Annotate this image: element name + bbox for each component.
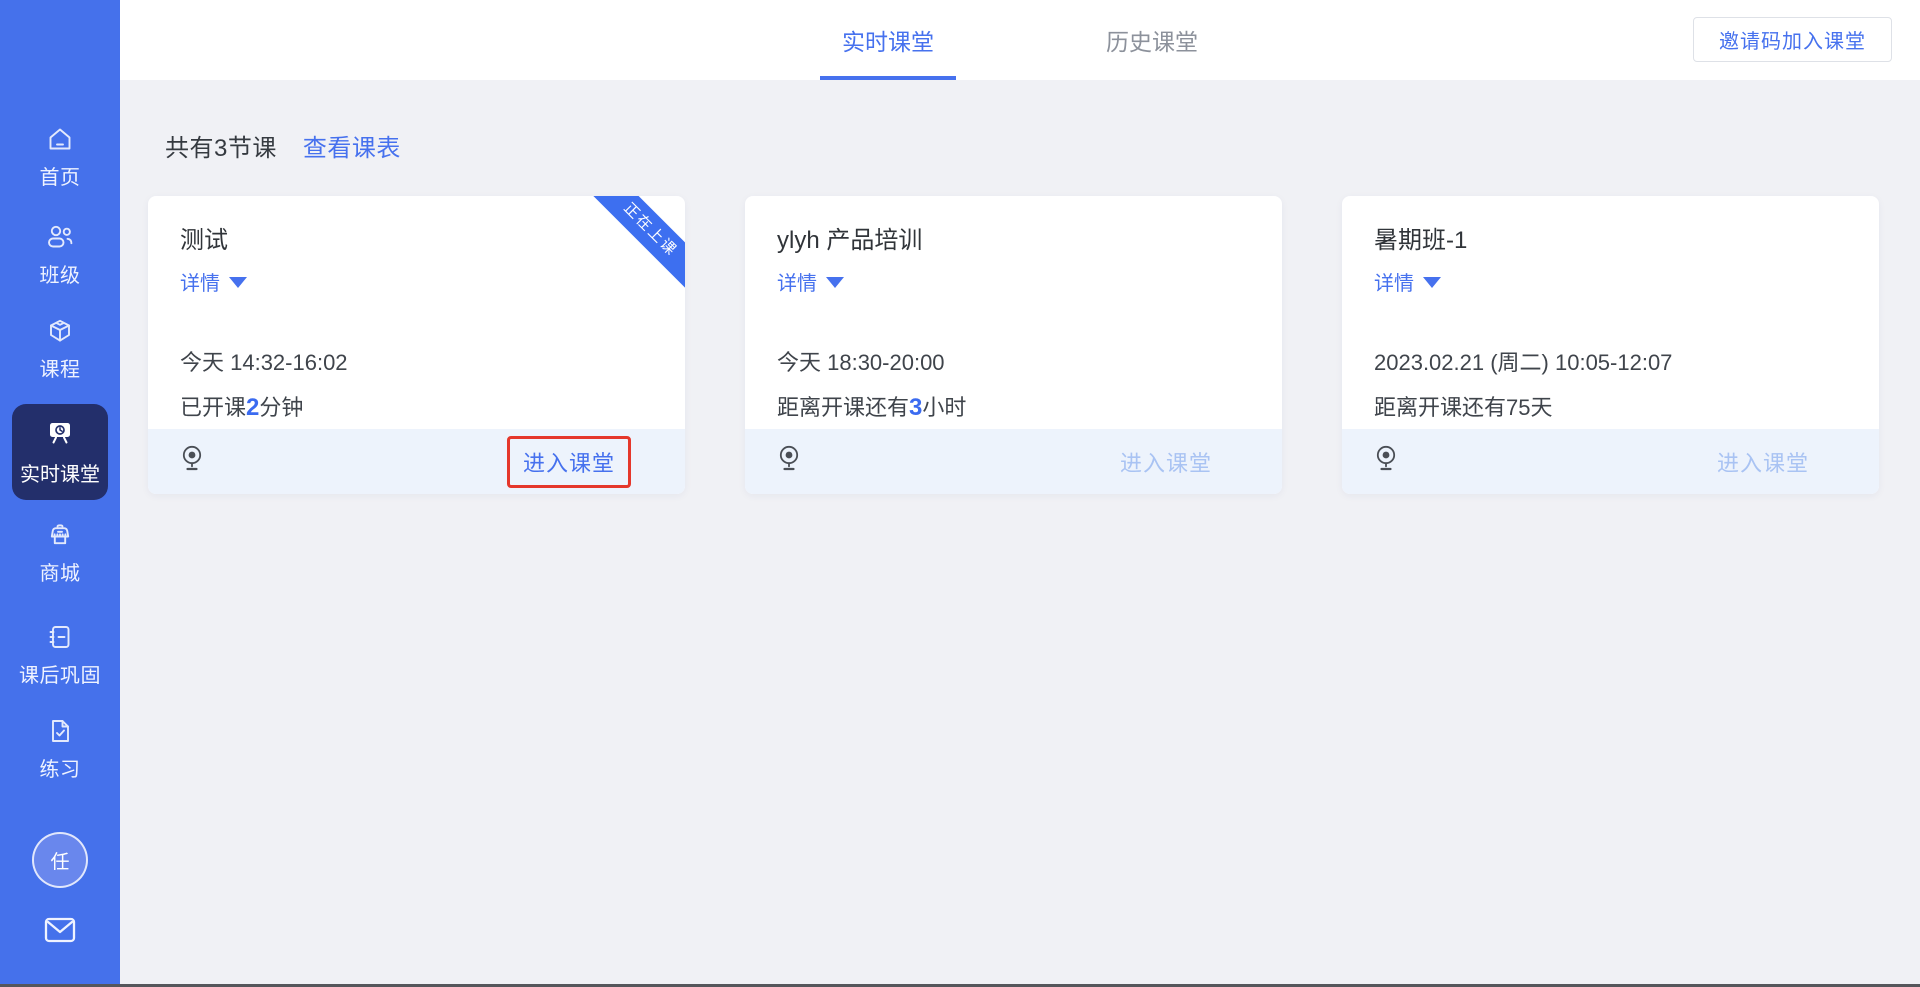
practice-icon <box>45 716 75 746</box>
sidebar-item-label: 首页 <box>40 161 81 190</box>
sidebar-item-class[interactable]: 班级 <box>0 222 120 288</box>
chevron-down-icon <box>826 277 844 288</box>
sidebar-item-label: 课后巩固 <box>19 659 101 688</box>
sidebar-item-home[interactable]: 首页 <box>0 124 120 190</box>
chevron-down-icon <box>229 277 247 288</box>
tab-live-classroom[interactable]: 实时课堂 <box>842 0 934 80</box>
tab-label: 历史课堂 <box>1106 23 1198 57</box>
card-footer: 进入课堂 <box>1342 429 1879 494</box>
countdown-value: 3 <box>909 394 922 421</box>
enter-classroom-link[interactable]: 进入课堂 <box>1717 446 1809 478</box>
countdown-value: 2 <box>246 394 259 421</box>
mail-icon[interactable] <box>43 916 77 949</box>
card-footer: 进入课堂 <box>148 429 685 494</box>
lesson-time: 今天 14:32-16:02 <box>180 345 653 377</box>
webcam-icon <box>180 444 204 479</box>
countdown-prefix: 距离开课还有75天 <box>1374 395 1552 420</box>
in-class-ribbon: 正在上课 <box>590 196 685 291</box>
users-icon <box>45 222 75 252</box>
avatar-initial: 任 <box>50 847 69 874</box>
lesson-title: ylyh 产品培训 <box>777 226 1250 256</box>
enter-classroom-link[interactable]: 进入课堂 <box>523 451 615 476</box>
lesson-countdown: 已开课2分钟 <box>180 390 653 422</box>
webcam-icon <box>777 444 801 479</box>
webcam-icon <box>1374 444 1398 479</box>
lesson-time: 2023.02.21 (周二) 10:05-12:07 <box>1374 345 1847 377</box>
details-label: 详情 <box>777 267 817 296</box>
card-footer: 进入课堂 <box>745 429 1282 494</box>
tab-history-classroom[interactable]: 历史课堂 <box>1106 0 1198 80</box>
card-body: 暑期班-1 详情 2023.02.21 (周二) 10:05-12:07 距离开… <box>1342 196 1879 422</box>
summary-row: 共有3节课 查看课表 <box>165 128 401 163</box>
countdown-suffix: 小时 <box>922 395 966 420</box>
topbar: 实时课堂 历史课堂 邀请码加入课堂 <box>120 0 1920 80</box>
sidebar-item-label: 商城 <box>40 557 81 586</box>
lesson-countdown: 距离开课还有75天 <box>1374 390 1847 422</box>
tab-label: 实时课堂 <box>842 23 934 57</box>
details-label: 详情 <box>1374 267 1414 296</box>
app-window: 首页 班级 课程 <box>0 0 1920 987</box>
sidebar-item-store[interactable]: 商城 <box>0 520 120 586</box>
sidebar-item-homework[interactable]: 课后巩固 <box>0 622 120 688</box>
sidebar-item-practice[interactable]: 练习 <box>0 716 120 782</box>
chevron-down-icon <box>1423 277 1441 288</box>
home-icon <box>45 124 75 154</box>
countdown-prefix: 距离开课还有 <box>777 395 909 420</box>
lesson-card: 暑期班-1 详情 2023.02.21 (周二) 10:05-12:07 距离开… <box>1342 196 1879 494</box>
join-button-label: 邀请码加入课堂 <box>1719 25 1866 54</box>
lesson-title: 暑期班-1 <box>1374 226 1847 256</box>
live-classroom-icon <box>44 417 76 452</box>
details-label: 详情 <box>180 267 220 296</box>
ribbon-wrap: 正在上课 <box>590 196 685 291</box>
lesson-card: 正在上课 测试 详情 今天 14:32-16:02 已开课2分钟 <box>148 196 685 494</box>
details-toggle[interactable]: 详情 <box>777 267 1250 296</box>
lesson-card: ylyh 产品培训 详情 今天 18:30-20:00 距离开课还有3小时 <box>745 196 1282 494</box>
lesson-time: 今天 18:30-20:00 <box>777 345 1250 377</box>
card-body: ylyh 产品培训 详情 今天 18:30-20:00 距离开课还有3小时 <box>745 196 1282 422</box>
details-toggle[interactable]: 详情 <box>1374 267 1847 296</box>
main-content: 共有3节课 查看课表 正在上课 测试 详情 今天 14:32-16:02 已开课… <box>120 80 1920 987</box>
sidebar-item-label: 练习 <box>40 753 81 782</box>
sidebar: 首页 班级 课程 <box>0 0 120 987</box>
notebook-icon <box>45 622 75 652</box>
tab-bar: 实时课堂 历史课堂 <box>120 0 1920 80</box>
lesson-countdown: 距离开课还有3小时 <box>777 390 1250 422</box>
sidebar-item-label: 实时课堂 <box>20 458 100 487</box>
view-schedule-link[interactable]: 查看课表 <box>303 128 401 163</box>
avatar[interactable]: 任 <box>32 832 88 888</box>
lesson-title: 测试 <box>180 226 653 256</box>
highlight-box: 进入课堂 <box>507 436 631 488</box>
enter-classroom-link[interactable]: 进入课堂 <box>1120 446 1212 478</box>
sidebar-item-live-classroom[interactable]: 实时课堂 <box>12 404 108 500</box>
lesson-count-text: 共有3节课 <box>165 128 277 163</box>
details-toggle[interactable]: 详情 <box>180 267 653 296</box>
lesson-cards: 正在上课 测试 详情 今天 14:32-16:02 已开课2分钟 <box>148 196 1879 494</box>
countdown-suffix: 分钟 <box>259 395 303 420</box>
course-icon <box>45 316 75 346</box>
sidebar-item-course[interactable]: 课程 <box>0 316 120 382</box>
join-by-code-button[interactable]: 邀请码加入课堂 <box>1693 17 1892 62</box>
store-icon <box>45 520 75 550</box>
countdown-prefix: 已开课 <box>180 395 246 420</box>
sidebar-item-label: 课程 <box>40 353 81 382</box>
sidebar-item-label: 班级 <box>40 259 81 288</box>
